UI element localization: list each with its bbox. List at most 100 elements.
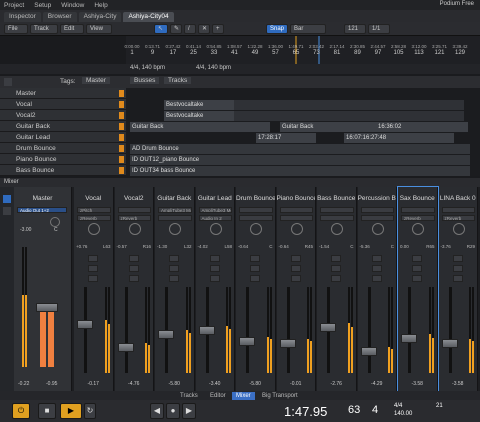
send-slot[interactable]: [239, 215, 273, 221]
record-arm-button[interactable]: [209, 275, 220, 282]
menu-project[interactable]: Project: [4, 2, 24, 9]
solo-button[interactable]: [412, 265, 423, 272]
mute-button[interactable]: [250, 255, 261, 262]
solo-button[interactable]: [290, 265, 301, 272]
track-guitar-back[interactable]: Guitar Back: [0, 121, 126, 132]
mute-button[interactable]: [371, 255, 382, 262]
grid-value-1[interactable]: 121: [344, 24, 366, 34]
mute-button[interactable]: [290, 255, 301, 262]
split-tool-icon[interactable]: /: [184, 24, 196, 34]
volume-fader[interactable]: [77, 319, 93, 329]
tab-project-2[interactable]: Ashiya-City04: [123, 12, 174, 22]
track-master[interactable]: Master: [0, 88, 126, 99]
clip-vocal2-wave[interactable]: [234, 111, 464, 121]
volume-fader[interactable]: [117, 342, 134, 352]
strip-name[interactable]: Bass Bounce: [317, 195, 356, 202]
tab-inspector[interactable]: Inspector: [4, 12, 41, 22]
pan-knob[interactable]: [371, 223, 384, 235]
tempo-marker-2[interactable]: 4/4, 140 bpm: [196, 65, 231, 71]
strip-name[interactable]: Guitar Back: [155, 195, 194, 202]
mixer-toggle-icon[interactable]: [3, 195, 11, 203]
strip-name[interactable]: Vocal2: [115, 195, 154, 202]
send-slot[interactable]: [320, 215, 354, 221]
record-arm-button[interactable]: [290, 275, 301, 282]
send-slot[interactable]: [158, 215, 192, 221]
strip-name[interactable]: Sax Bounce: [398, 195, 437, 202]
insert-slot[interactable]: AmpliTube3 Mo: [158, 207, 192, 213]
insert-slot[interactable]: [239, 207, 273, 213]
grid-value-2[interactable]: 1/1: [368, 24, 390, 34]
arrangement-lanes[interactable]: Bestvocaltake Bestvocaltake Guitar Back …: [126, 88, 480, 176]
pointer-tool-icon[interactable]: ↖: [154, 24, 168, 34]
tab-project-1[interactable]: Ashiya-City: [78, 12, 122, 22]
filter-busses[interactable]: Busses: [130, 77, 160, 84]
record-arm-button[interactable]: [452, 275, 463, 282]
tempo-marker-1[interactable]: 4/4, 140 bpm: [130, 65, 165, 71]
forward-icon[interactable]: ▶: [182, 403, 196, 419]
strip-name[interactable]: Guitar Lead: [196, 195, 235, 202]
timeline-ruler[interactable]: 0:00.00 1 0:13.71 9 0:27.42 17 0:41.14 25 0:54.8…: [124, 36, 480, 64]
mute-button[interactable]: [331, 255, 342, 262]
volume-fader[interactable]: [401, 334, 417, 344]
insert-slot[interactable]: zPitch: [77, 207, 111, 213]
edit-menu-button[interactable]: Edit: [60, 24, 84, 34]
strip-name[interactable]: Drum Bounce: [236, 195, 275, 202]
clip-guitar-back-1[interactable]: Guitar Back: [130, 122, 270, 132]
pan-knob[interactable]: [88, 223, 101, 235]
clip-bass-bounce[interactable]: ID OUT34 bass Bounce: [130, 166, 470, 176]
menu-window[interactable]: Window: [61, 2, 84, 9]
snap-unit-select[interactable]: Bar: [290, 24, 326, 34]
tab-big-transport[interactable]: Big Transport: [258, 392, 302, 400]
insert-slot[interactable]: [360, 207, 394, 213]
volume-fader[interactable]: [158, 330, 174, 339]
pan-knob[interactable]: [169, 223, 182, 235]
insert-slot[interactable]: [401, 207, 435, 213]
track-vocal2[interactable]: Vocal2: [0, 110, 126, 121]
solo-button[interactable]: [169, 265, 180, 272]
send-slot[interactable]: zReverb: [401, 215, 435, 221]
power-icon[interactable]: ⏻: [12, 403, 30, 419]
pan-knob[interactable]: [452, 223, 465, 235]
solo-button[interactable]: [250, 265, 261, 272]
mute-button[interactable]: [452, 255, 463, 262]
pan-knob[interactable]: [250, 223, 263, 235]
clip-guitar-lead-1[interactable]: 17:28:17: [256, 133, 316, 143]
loop-icon[interactable]: ↻: [84, 403, 96, 419]
clip-vocal[interactable]: Bestvocaltake: [164, 100, 234, 110]
send-slot[interactable]: zReverb: [117, 215, 151, 221]
solo-button[interactable]: [128, 265, 139, 272]
record-arm-button[interactable]: [412, 275, 423, 282]
view-menu-button[interactable]: View: [86, 24, 112, 34]
volume-fader[interactable]: [198, 325, 215, 335]
solo-button[interactable]: [371, 265, 382, 272]
track-bass-bounce[interactable]: Bass Bounce: [0, 165, 126, 176]
record-arm-button[interactable]: [88, 275, 99, 282]
mute-button[interactable]: [209, 255, 220, 262]
stop-button[interactable]: ■: [38, 403, 56, 419]
send-slot[interactable]: zReverb: [77, 215, 111, 221]
pan-knob[interactable]: [128, 223, 141, 235]
master-pan-knob[interactable]: [50, 217, 60, 227]
tab-mixer[interactable]: Mixer: [232, 392, 255, 400]
record-arm-button[interactable]: [169, 275, 180, 282]
track-guitar-lead[interactable]: Guitar Lead: [0, 132, 126, 143]
insert-slot[interactable]: [320, 207, 354, 213]
send-slot[interactable]: [279, 215, 313, 221]
pan-knob[interactable]: [290, 223, 303, 235]
clip-piano-bounce[interactable]: ID OUT12_piano Bounce: [130, 155, 470, 165]
master-output-select[interactable]: Audio Out 1+2: [17, 207, 67, 213]
tab-tracks[interactable]: Tracks: [176, 392, 202, 400]
file-menu-button[interactable]: File: [4, 24, 28, 34]
insert-slot[interactable]: AmpliTube3 Mo: [198, 207, 232, 213]
clip-vocal-wave[interactable]: [234, 100, 464, 110]
filter-master[interactable]: Master: [82, 77, 110, 84]
pencil-tool-icon[interactable]: ✎: [170, 24, 182, 34]
menu-help[interactable]: Help: [94, 2, 107, 9]
record-arm-button[interactable]: [250, 275, 261, 282]
pan-knob[interactable]: [209, 223, 222, 235]
mute-button[interactable]: [412, 255, 423, 262]
rewind-icon[interactable]: ◀: [150, 403, 164, 419]
strip-name[interactable]: Vocal: [74, 195, 113, 202]
send-slot[interactable]: Audio In 2: [198, 215, 232, 221]
insert-slot[interactable]: [279, 207, 313, 213]
